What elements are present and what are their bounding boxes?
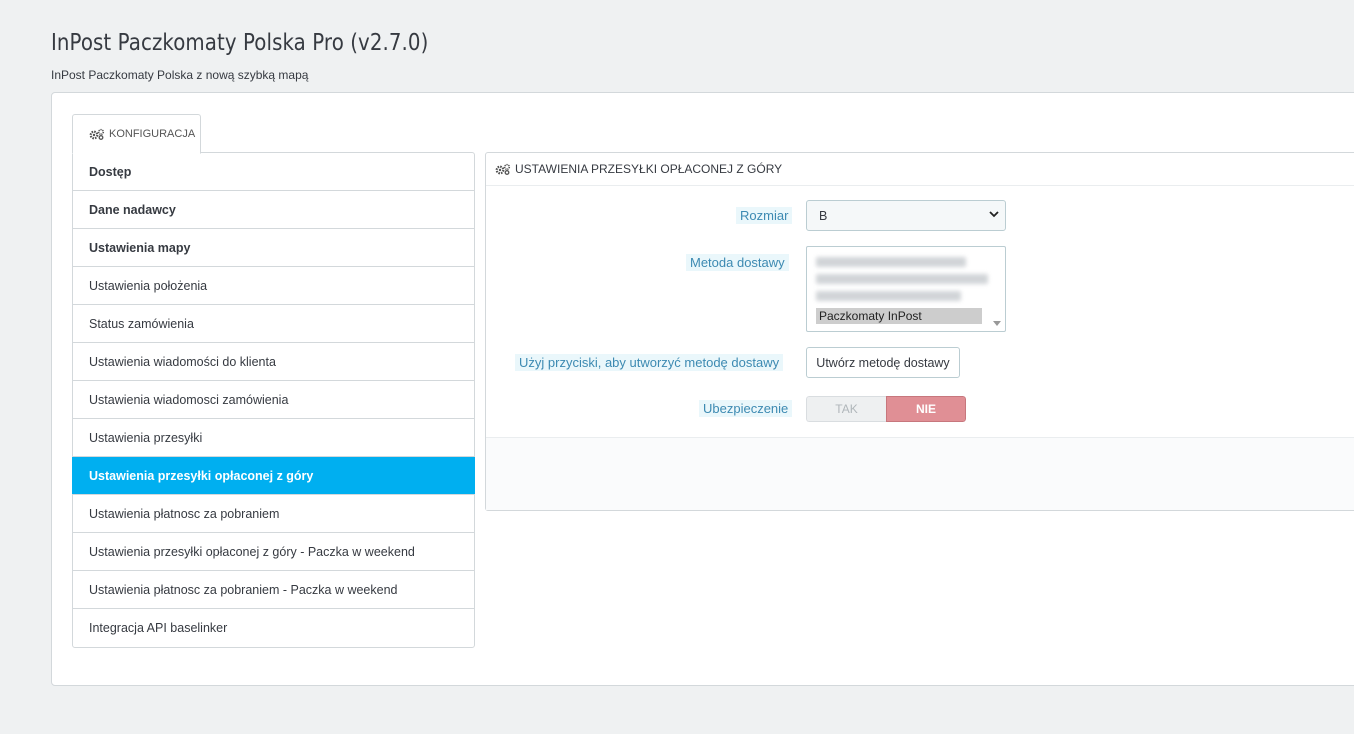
tab-label: KONFIGURACJA: [109, 128, 196, 140]
insurance-yes-option[interactable]: TAK: [806, 396, 886, 422]
page-title: InPost Paczkomaty Polska Pro (v2.7.0): [51, 30, 429, 56]
form-heading-text: USTAWIENIA PRZESYŁKI OPŁACONEJ Z GÓRY: [515, 162, 783, 176]
size-select-value: B: [819, 208, 828, 223]
create-method-label: Użyj przyciski, aby utworzyć metodę dost…: [515, 354, 784, 371]
sidebar-item-dane-nadawcy[interactable]: Dane nadawcy: [73, 191, 474, 229]
sidebar-item-baselinker[interactable]: Integracja API baselinker: [73, 609, 474, 647]
sidebar-item-platnosc-pobraniem[interactable]: Ustawienia płatnosc za pobraniem: [73, 495, 474, 533]
page-subtitle: InPost Paczkomaty Polska z nową szybką m…: [51, 68, 309, 82]
form-heading: USTAWIENIA PRZESYŁKI OPŁACONEJ Z GÓRY: [486, 153, 1354, 186]
method-label: Metoda dostawy: [686, 254, 789, 271]
size-label: Rozmiar: [736, 207, 793, 224]
scroll-down-icon[interactable]: [993, 321, 1001, 327]
sidebar-item-pobraniem-weekend[interactable]: Ustawienia płatnosc za pobraniem - Paczk…: [73, 571, 474, 609]
insurance-switch[interactable]: TAK NIE: [806, 396, 966, 422]
sidebar-item-przesylki-oplaconej[interactable]: Ustawienia przesyłki opłaconej z góry: [72, 457, 475, 495]
insurance-label: Ubezpieczenie: [699, 400, 793, 417]
gears-icon: [89, 128, 105, 140]
sidebar-item-status-zamowienia[interactable]: Status zamówienia: [73, 305, 474, 343]
blurred-option[interactable]: [816, 291, 961, 301]
gears-icon: [495, 163, 511, 175]
sidebar-item-oplaconej-weekend[interactable]: Ustawienia przesyłki opłaconej z góry - …: [73, 533, 474, 571]
sidebar-item-wiadomosci-klienta[interactable]: Ustawienia wiadomości do klienta: [73, 343, 474, 381]
tab-konfiguracja[interactable]: KONFIGURACJA: [72, 114, 201, 154]
chevron-down-icon: [989, 211, 999, 218]
sidebar-item-ustawienia-mapy[interactable]: Ustawienia mapy: [73, 229, 474, 267]
sidebar-item-dostep[interactable]: Dostęp: [73, 153, 474, 191]
sidebar-item-wiadomosci-zamowienia[interactable]: Ustawienia wiadomosci zamówienia: [73, 381, 474, 419]
delivery-method-listbox[interactable]: Paczkomaty InPost: [806, 246, 1006, 332]
size-select[interactable]: B: [806, 200, 1006, 231]
create-method-button[interactable]: Utwórz metodę dostawy: [806, 347, 960, 378]
form-footer: [486, 437, 1354, 510]
blurred-option[interactable]: [816, 274, 988, 284]
delivery-method-selected[interactable]: Paczkomaty InPost: [816, 308, 982, 324]
blurred-option[interactable]: [816, 257, 966, 267]
sidebar-item-ustawienia-polozenia[interactable]: Ustawienia położenia: [73, 267, 474, 305]
sidebar-item-ustawienia-przesylki[interactable]: Ustawienia przesyłki: [73, 419, 474, 457]
insurance-no-option[interactable]: NIE: [886, 396, 966, 422]
config-sidebar: Dostęp Dane nadawcy Ustawienia mapy Usta…: [72, 152, 475, 648]
